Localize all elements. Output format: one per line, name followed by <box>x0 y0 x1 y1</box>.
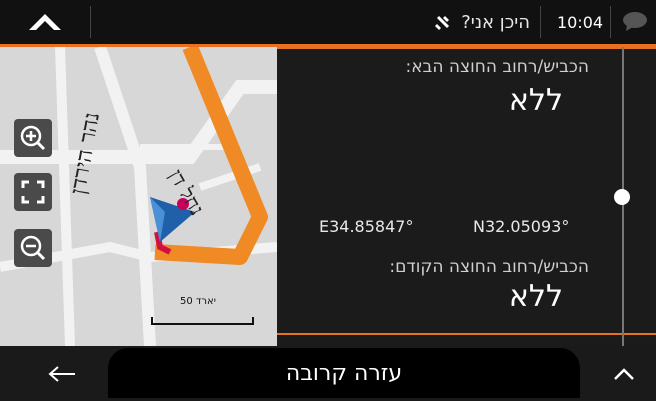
title-text: היכן אני? <box>461 11 530 33</box>
scale-bar <box>151 317 254 325</box>
back-arrow-icon <box>48 365 75 382</box>
clock: 10:04 <box>556 12 604 32</box>
satellite-icon <box>435 15 450 30</box>
bottom-bar: עזרה קרובה <box>0 346 656 401</box>
divider <box>90 6 91 38</box>
panel-top-line <box>277 47 656 49</box>
chat-button[interactable] <box>622 10 648 32</box>
top-bar: היכן אני? 10:04 <box>0 0 656 47</box>
map-view[interactable]: נהר הירדן נחל דן 50 יארד <box>0 47 277 346</box>
where-am-i-title: היכן אני? <box>380 10 530 34</box>
back-button[interactable] <box>40 346 84 401</box>
fullscreen-button[interactable] <box>14 173 52 211</box>
chevron-up-icon <box>614 367 634 380</box>
zoom-out-button[interactable] <box>14 229 52 267</box>
longitude: E34.85847° <box>319 217 414 236</box>
expand-up-button[interactable] <box>600 346 648 401</box>
chat-icon <box>623 12 647 31</box>
previous-street-value: ללא <box>508 279 563 314</box>
next-street-value: ללא <box>508 83 563 118</box>
zoom-in-icon <box>20 125 46 151</box>
fullscreen-icon <box>21 180 45 204</box>
nearby-help-label: עזרה קרובה <box>285 360 403 386</box>
menu-up-icon <box>29 14 61 30</box>
zoom-in-button[interactable] <box>14 119 52 157</box>
latitude: N32.05093° <box>473 217 570 236</box>
location-info-panel: הכביש/רחוב החוצה הבא: ללא E34.85847° N32… <box>277 47 656 346</box>
next-street-header: הכביש/רחוב החוצה הבא: <box>405 57 589 77</box>
nearby-help-button[interactable]: עזרה קרובה <box>108 348 580 398</box>
zoom-out-icon <box>20 235 46 261</box>
menu-up-button[interactable] <box>0 0 90 44</box>
previous-street-header: הכביש/רחוב החוצה הקודם: <box>389 257 589 277</box>
map-scale: 50 יארד <box>150 296 255 325</box>
scroll-thumb[interactable] <box>614 189 630 205</box>
scale-label: 50 יארד <box>180 296 216 307</box>
panel-bottom-line <box>277 333 656 335</box>
divider <box>540 6 541 38</box>
divider <box>610 6 611 38</box>
